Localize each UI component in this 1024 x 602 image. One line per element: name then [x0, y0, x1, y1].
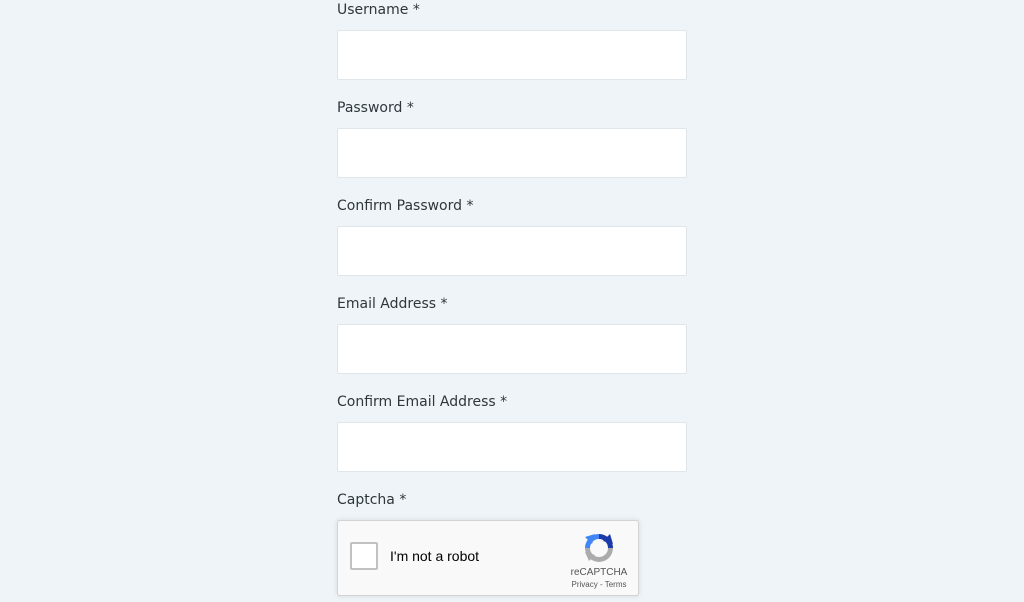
captcha-label: Captcha *	[337, 492, 407, 508]
confirm-email-input[interactable]	[337, 422, 687, 472]
confirm-password-input[interactable]	[337, 226, 687, 276]
recaptcha-checkbox-label[interactable]: I'm not a robot	[390, 548, 479, 564]
recaptcha-privacy-link[interactable]: Privacy	[572, 580, 598, 589]
recaptcha-checkbox[interactable]	[350, 542, 378, 570]
recaptcha-widget: I'm not a robot reCAPTCHA Privacy - Term…	[337, 520, 639, 596]
recaptcha-terms-link[interactable]: Terms	[605, 580, 627, 589]
confirm-email-label: Confirm Email Address *	[337, 394, 508, 410]
confirm-password-label: Confirm Password *	[337, 198, 474, 214]
recaptcha-logo-icon	[585, 534, 613, 562]
password-input[interactable]	[337, 128, 687, 178]
recaptcha-link-separator: -	[597, 580, 605, 589]
recaptcha-links: Privacy - Terms	[562, 580, 636, 589]
username-label: Username *	[337, 2, 420, 18]
email-label: Email Address *	[337, 296, 448, 312]
password-label: Password *	[337, 100, 414, 116]
recaptcha-brand: reCAPTCHA	[570, 567, 628, 578]
email-input[interactable]	[337, 324, 687, 374]
username-input[interactable]	[337, 30, 687, 80]
